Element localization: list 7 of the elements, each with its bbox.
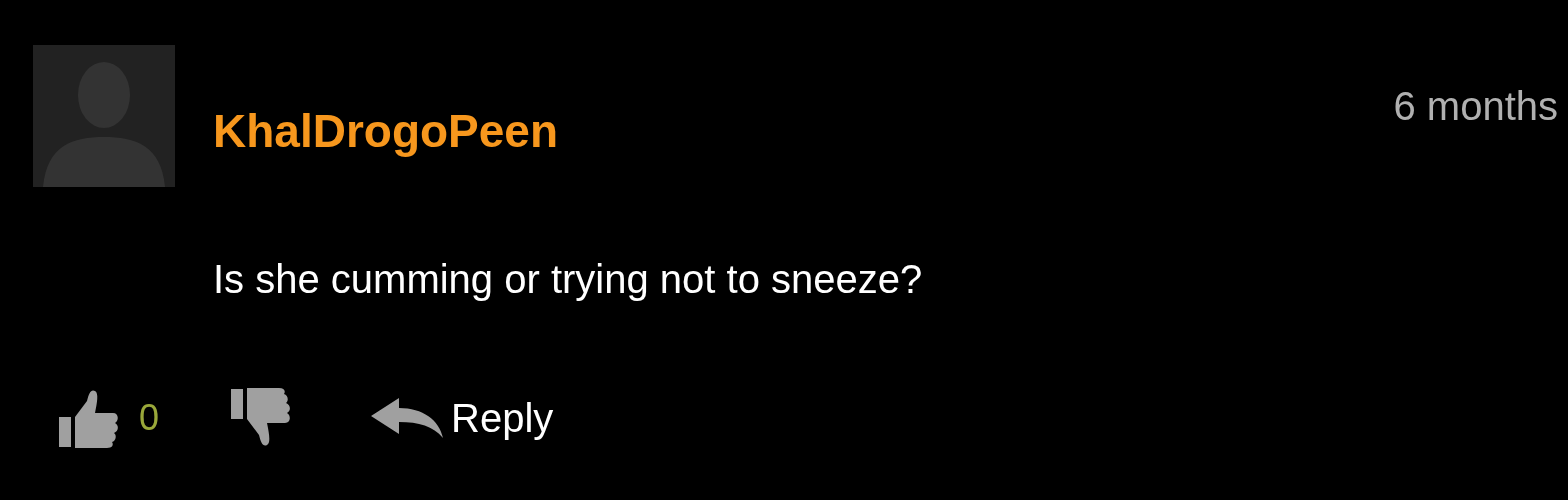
reply-arrow-icon [371, 398, 444, 438]
like-count: 0 [139, 397, 160, 439]
avatar-silhouette-icon [33, 45, 175, 187]
comment-text: Is she cumming or trying not to sneeze? [213, 257, 924, 301]
username[interactable]: KhalDrogoPeen [213, 104, 559, 158]
comment-time: 6 months [1393, 83, 1558, 129]
reply-button[interactable]: Reply [371, 395, 554, 441]
